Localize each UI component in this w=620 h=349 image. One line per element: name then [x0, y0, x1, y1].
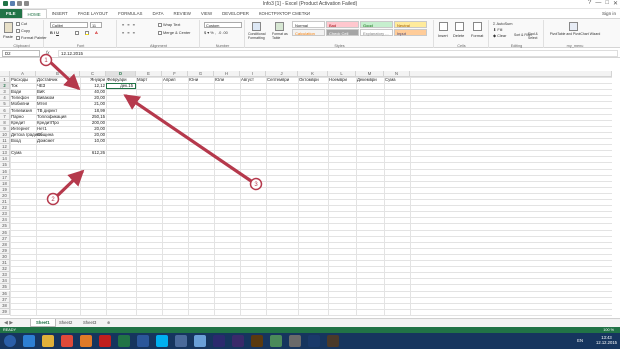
- annotation-overlay: 123: [39, 53, 263, 206]
- annotation-arrow-1: [46, 58, 81, 91]
- annotation-arrow-3: [123, 94, 256, 185]
- annotation-arrow-2: [53, 169, 85, 200]
